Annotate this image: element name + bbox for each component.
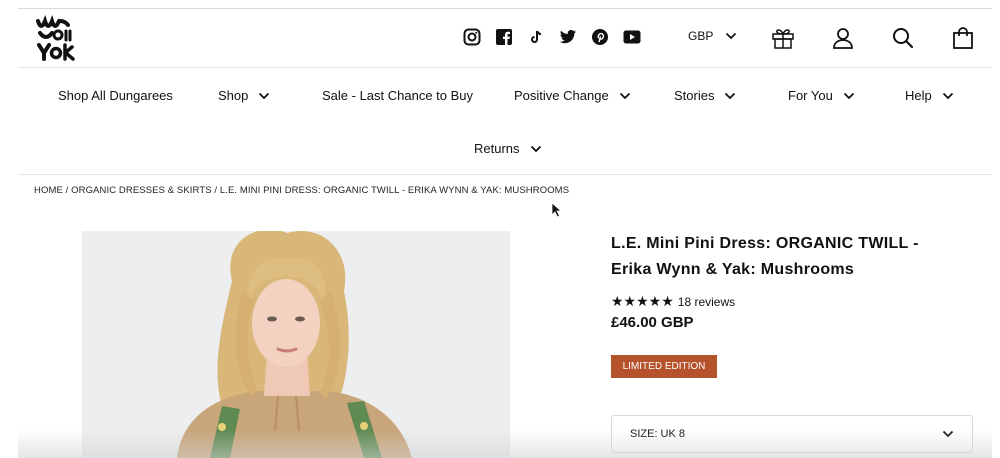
chevron-down-icon: [942, 430, 954, 438]
breadcrumb[interactable]: HOME / ORGANIC DRESSES & SKIRTS / L.E. M…: [34, 185, 569, 196]
nav-for-you[interactable]: For You: [788, 88, 855, 103]
product-image[interactable]: [82, 231, 510, 458]
product-rating[interactable]: ★★★★★ 18 reviews: [611, 293, 735, 310]
currency-label: GBP: [688, 29, 714, 43]
nav-label: Stories: [674, 88, 715, 103]
limited-edition-badge: LIMITED EDITION: [611, 355, 717, 378]
currency-selector[interactable]: GBP: [688, 29, 737, 43]
site-header: GBP: [18, 9, 992, 68]
facebook-icon[interactable]: [494, 27, 514, 47]
chevron-down-icon: [942, 92, 953, 99]
nav-help[interactable]: Help: [905, 88, 954, 103]
nav-sale-last-chance[interactable]: Sale - Last Chance to Buy: [322, 88, 473, 103]
lucy-and-yak-logo[interactable]: [34, 14, 80, 61]
product-title: L.E. Mini Pini Dress: ORGANIC TWILL - Er…: [611, 235, 919, 278]
gift-icon[interactable]: [770, 25, 796, 51]
social-links: [462, 27, 642, 47]
nav-label: Help: [905, 88, 932, 103]
search-icon[interactable]: [890, 25, 916, 51]
star-rating-icon: ★★★★★: [611, 293, 674, 309]
chevron-down-icon: [726, 32, 737, 40]
chevron-down-icon: [725, 92, 736, 99]
nav-label: Shop: [218, 88, 249, 103]
youtube-icon[interactable]: [622, 27, 642, 47]
mouse-cursor-icon: [551, 202, 563, 218]
cart-icon[interactable]: [950, 25, 976, 51]
nav-shop-all-dungarees[interactable]: Shop All Dungarees: [58, 88, 173, 103]
pinterest-icon[interactable]: [590, 27, 610, 47]
twitter-icon[interactable]: [558, 27, 578, 47]
tiktok-icon[interactable]: [526, 27, 546, 47]
nav-label: For You: [788, 88, 833, 103]
chevron-down-icon: [530, 145, 541, 152]
chevron-down-icon: [843, 92, 854, 99]
review-count: 18 reviews: [677, 294, 736, 309]
product-price: £46.00 GBP: [611, 314, 694, 331]
nav-label: Shop All Dungarees: [58, 88, 173, 103]
browser-viewport: GBP Shop All Dungarees Shop Sale - Last …: [18, 8, 992, 458]
nav-label: Positive Change: [514, 88, 609, 103]
nav-label: Sale - Last Chance to Buy: [322, 88, 474, 103]
nav-returns[interactable]: Returns: [474, 141, 542, 156]
size-label: SIZE: UK 8: [630, 428, 686, 440]
nav-stories[interactable]: Stories: [674, 88, 736, 103]
main-navigation: Shop All Dungarees Shop Sale - Last Chan…: [18, 68, 992, 175]
nav-shop[interactable]: Shop: [218, 88, 270, 103]
size-selector[interactable]: SIZE: UK 8: [611, 415, 973, 453]
nav-positive-change[interactable]: Positive Change: [514, 88, 631, 103]
instagram-icon[interactable]: [462, 27, 482, 47]
account-icon[interactable]: [830, 25, 856, 51]
model-photo: [82, 231, 510, 458]
chevron-down-icon: [259, 92, 270, 99]
nav-label: Returns: [474, 141, 520, 156]
chevron-down-icon: [619, 92, 630, 99]
